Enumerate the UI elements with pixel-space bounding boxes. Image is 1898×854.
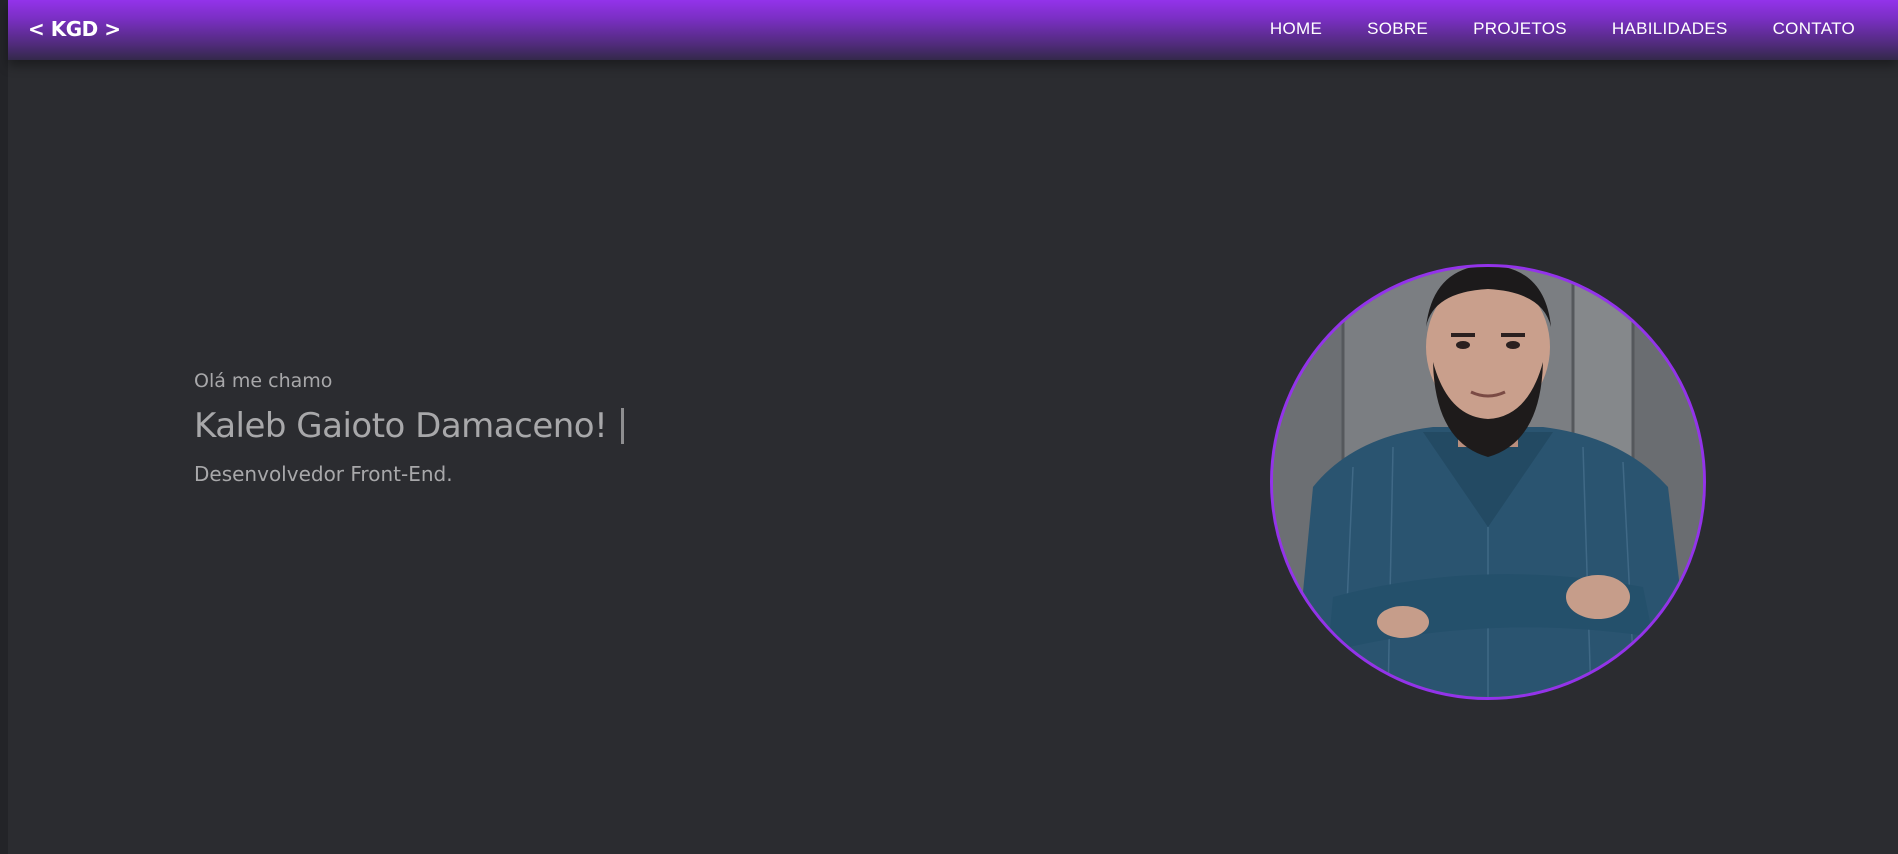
nav-habilidades-link[interactable]: HABILIDADES xyxy=(1612,19,1728,39)
profile-photo-illustration xyxy=(1273,267,1703,697)
nav-sobre-link[interactable]: SOBRE xyxy=(1367,19,1428,39)
logo[interactable]: < KGD > xyxy=(28,17,121,41)
hero-intro: Olá me chamo Kaleb Gaioto Damaceno! Dese… xyxy=(194,370,625,486)
profile-photo xyxy=(1270,264,1706,700)
left-gutter xyxy=(0,0,8,854)
nav-contato-link[interactable]: CONTATO xyxy=(1773,19,1855,39)
hero-name-row: Kaleb Gaioto Damaceno! xyxy=(194,406,625,446)
hero-role: Desenvolvedor Front-End. xyxy=(194,462,453,486)
hero-greeting: Olá me chamo xyxy=(194,370,333,392)
nav-home-link[interactable]: HOME xyxy=(1270,19,1322,39)
nav-projetos-link[interactable]: PROJETOS xyxy=(1473,19,1567,39)
navbar: < KGD > HOME SOBRE PROJETOS HABILIDADES … xyxy=(8,0,1898,60)
typing-cursor xyxy=(621,408,625,444)
hero-name: Kaleb Gaioto Damaceno! xyxy=(194,406,608,446)
nav-menu: HOME SOBRE PROJETOS HABILIDADES CONTATO xyxy=(1270,19,1855,39)
